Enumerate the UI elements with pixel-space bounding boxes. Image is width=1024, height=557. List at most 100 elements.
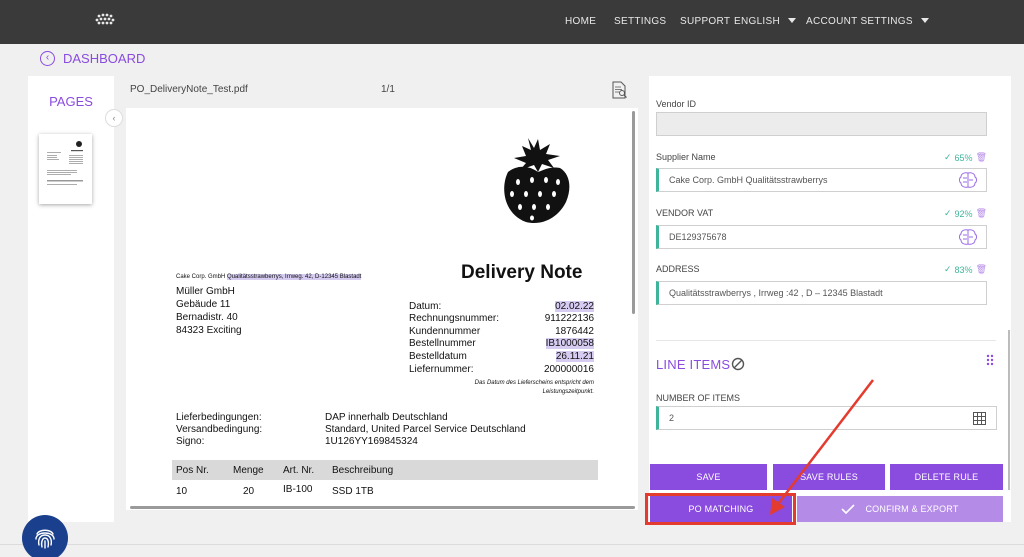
confirm-export-button[interactable]: CONFIRM & EXPORT — [797, 496, 1003, 522]
footnote-line: Das Datum des Lieferscheins entspricht d… — [474, 380, 594, 386]
strawberry-logo — [504, 138, 570, 224]
language-dropdown[interactable]: ENGLISH — [734, 16, 797, 27]
chevron-down-icon — [920, 18, 929, 23]
save-rules-button[interactable]: SAVE RULES — [773, 464, 885, 490]
meta-label: Kundennummer — [409, 326, 481, 337]
viewer-header: PO_DeliveryNote_Test.pdf 1/1 — [124, 78, 639, 102]
breadcrumb-label: DASHBOARD — [63, 50, 146, 66]
disable-icon[interactable] — [731, 357, 745, 371]
meta-value-highlighted: IB1000058 — [545, 338, 594, 349]
vendor-vat-field[interactable]: DE129375678 — [656, 225, 987, 249]
address-label: ADDRESS — [656, 264, 700, 274]
trash-icon[interactable]: 🗑 — [976, 264, 987, 275]
terms-value: Standard, United Parcel Service Deutschl… — [325, 424, 526, 435]
recipient-line: Gebäude 11 — [176, 299, 231, 310]
footer-strip — [0, 544, 1024, 557]
meta-value: 200000016 — [543, 364, 594, 375]
terms-label: Lieferbedingungen: — [176, 412, 262, 423]
horizontal-scrollbar[interactable] — [130, 506, 635, 509]
meta-label: Bestelldatum — [409, 351, 467, 362]
address-value: Qualitätsstrawberrys , Irrweg :42 , D – … — [669, 288, 883, 298]
supplier-name-label: Supplier Name — [656, 152, 716, 162]
vendor-vat-value: DE129375678 — [669, 232, 727, 242]
address-confidence: ✓ 83% 🗑 — [944, 264, 987, 275]
supplier-confidence-value: 65% — [954, 152, 973, 163]
fingerprint-icon — [35, 529, 55, 549]
divider — [656, 340, 996, 341]
logo-icon[interactable] — [94, 12, 116, 26]
vat-confidence: ✓ 92% 🗑 — [944, 208, 987, 219]
recipient-line: Müller GmbH — [176, 286, 235, 297]
footnote-line: Leistungszeitpunkt. — [542, 389, 594, 395]
trash-icon[interactable]: 🗑 — [976, 152, 987, 163]
table-cell: 10 — [176, 486, 188, 497]
nav-home[interactable]: HOME — [565, 16, 596, 27]
chevron-left-icon: ‹ — [112, 113, 116, 123]
delete-rule-button[interactable]: DELETE RULE — [890, 464, 1003, 490]
account-settings-dropdown[interactable]: ACCOUNT SETTINGS — [806, 16, 929, 27]
table-cell: SSD 1TB — [332, 486, 374, 497]
table-header-cell: Beschreibung — [332, 465, 394, 476]
file-name: PO_DeliveryNote_Test.pdf — [130, 84, 248, 95]
sender-prefix: Cake Corp. GmbH — [176, 274, 226, 280]
drag-handle-icon[interactable] — [986, 354, 994, 366]
meta-value-highlighted: 26.11.21 — [555, 351, 594, 362]
address-field[interactable]: Qualitätsstrawberrys , Irrweg :42 , D – … — [656, 281, 987, 305]
number-of-items-field[interactable]: 2 — [656, 406, 997, 430]
vendor-vat-label: VENDOR VAT — [656, 208, 714, 218]
meta-label: Bestellnummer — [409, 338, 476, 349]
account-settings-label: ACCOUNT SETTINGS — [806, 16, 913, 27]
table-cell: IB-100 — [283, 484, 313, 495]
table-header-cell: Menge — [233, 465, 264, 476]
table-grid-icon[interactable] — [973, 412, 986, 425]
address-confidence-value: 83% — [954, 264, 973, 275]
supplier-name-value: Cake Corp. GmbH Qualitätsstrawberrys — [669, 175, 828, 185]
recipient-line: 84323 Exciting — [176, 325, 242, 336]
fingerprint-button[interactable] — [22, 515, 68, 557]
recipient-line: Bernadistr. 40 — [176, 312, 238, 323]
page-indicator: 1/1 — [381, 84, 395, 95]
supplier-name-field[interactable]: Cake Corp. GmbH Qualitätsstrawberrys — [656, 168, 987, 192]
vat-confidence-value: 92% — [954, 208, 973, 219]
highlight-box — [645, 493, 796, 525]
document-search-icon[interactable] — [610, 81, 628, 99]
terms-value: DAP innerhalb Deutschland — [325, 412, 448, 423]
terms-value: 1U126YY169845324 — [325, 436, 418, 447]
form-scrollbar[interactable] — [1008, 330, 1010, 490]
vertical-scrollbar[interactable] — [632, 111, 635, 314]
terms-label: Versandbedingung: — [176, 424, 263, 435]
brain-icon[interactable] — [958, 228, 978, 246]
breadcrumb[interactable]: ‹ DASHBOARD — [40, 50, 145, 66]
meta-label: Rechnungsnummer: — [409, 313, 500, 324]
page-thumbnail-preview — [47, 141, 83, 185]
number-of-items-label: NUMBER OF ITEMS — [656, 393, 741, 403]
nav-support[interactable]: SUPPORT — [680, 16, 730, 27]
check-circle-icon: ✓ — [944, 264, 952, 274]
page-thumbnail[interactable] — [39, 134, 92, 204]
check-circle-icon: ✓ — [944, 208, 952, 218]
table-cell: 20 — [243, 486, 255, 497]
back-arrow-icon[interactable]: ‹ — [40, 50, 55, 66]
number-of-items-value: 2 — [669, 413, 675, 423]
chevron-down-icon — [788, 18, 797, 23]
pages-panel: PAGES — [28, 76, 114, 522]
nav-settings[interactable]: SETTINGS — [614, 16, 666, 27]
check-circle-icon: ✓ — [944, 152, 952, 162]
sender-line: Cake Corp. GmbH Qualitätsstrawberrys, Ir… — [176, 274, 362, 280]
document-viewer[interactable]: Cake Corp. GmbH Qualitätsstrawberrys, Ir… — [126, 108, 638, 510]
terms-label: Signo: — [176, 436, 205, 447]
vendor-id-label: Vendor ID — [656, 99, 697, 109]
check-icon — [841, 504, 856, 514]
save-button[interactable]: SAVE — [650, 464, 767, 490]
vendor-id-field[interactable] — [656, 112, 987, 136]
brain-icon[interactable] — [958, 171, 978, 189]
meta-value: 1876442 — [555, 326, 594, 337]
meta-label: Datum: — [409, 301, 442, 312]
top-navigation-bar: HOME SETTINGS SUPPORT ENGLISH ACCOUNT SE… — [0, 0, 1024, 44]
supplier-confidence: ✓ 65% 🗑 — [944, 152, 987, 163]
trash-icon[interactable]: 🗑 — [976, 208, 987, 219]
table-header-cell: Art. Nr. — [283, 465, 315, 476]
collapse-pages-button[interactable]: ‹ — [105, 109, 123, 127]
meta-label: Liefernummer: — [409, 364, 474, 375]
table-header-cell: Pos Nr. — [176, 465, 209, 476]
